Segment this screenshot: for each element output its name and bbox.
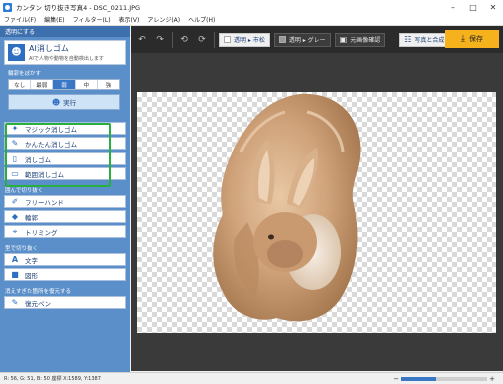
title-bar: カンタン 切り抜き写真4 - DSC_0211.JPG – □ ✕ (0, 0, 503, 14)
outline-button[interactable]: ◆ 輪郭 (4, 210, 126, 223)
trim-button[interactable]: ⌖ トリミング (4, 225, 126, 238)
image-icon: ▣ (339, 35, 348, 44)
person-icon: ☻ (51, 97, 61, 107)
save-button[interactable]: ⤓ 保存 (445, 30, 499, 48)
person-icon: ☻ (8, 44, 25, 61)
restore-pen-button[interactable]: ✎ 復元ペン (4, 296, 126, 309)
zoom-out-button[interactable]: − (393, 375, 399, 383)
magic-eraser-button[interactable]: ✦ マジック消しゴム (4, 122, 126, 135)
menu-view[interactable]: 表示(V) (115, 15, 144, 24)
run-button[interactable]: ☻ 実行 (8, 94, 120, 110)
tool-label: 範囲消しゴム (25, 170, 64, 179)
app-icon (3, 2, 12, 12)
tool-label: 消しゴム (25, 155, 51, 164)
section-header-shape: 型で切り抜く (5, 246, 39, 252)
zoom-slider[interactable] (401, 377, 488, 381)
image-canvas[interactable] (137, 92, 496, 333)
ai-eraser-title: AI消しゴム (29, 44, 69, 53)
tool-label: かんたん消しゴム (25, 140, 77, 149)
blur-option-none[interactable]: なし (9, 80, 32, 89)
section-header-transparent: 透明にする (0, 26, 130, 37)
blur-selector: なし 最弱 弱 中 強 (8, 79, 120, 90)
run-button-label: 実行 (63, 99, 77, 107)
ai-eraser-card[interactable]: ☻ AI消しゴム AIで人物や動物を自動検出します (4, 40, 126, 65)
shape-icon: ■ (11, 270, 19, 279)
toolbar: ↶ ↷ ⟲ ⟳ 透明 ▸ 市松 透明 ▸ グレー ▣ 元画像確認 ☷ 写真と合成… (131, 26, 503, 53)
blur-label: 輪郭をぼかす (8, 71, 42, 77)
figure-shape-button[interactable]: ■ 図形 (4, 268, 126, 281)
ai-eraser-description: AIで人物や動物を自動検出します (29, 56, 104, 62)
photo-compose-button[interactable]: ☷ 写真と合成 (399, 32, 450, 47)
menu-file[interactable]: ファイル(F) (0, 15, 40, 24)
canvas-area[interactable] (131, 53, 503, 371)
checker-icon (224, 36, 231, 43)
transparent-checker-button[interactable]: 透明 ▸ 市松 (219, 32, 270, 47)
freehand-button[interactable]: ✐ フリーハンド (4, 195, 126, 208)
blur-option-medium[interactable]: 中 (76, 80, 98, 89)
save-label: 保存 (468, 35, 483, 43)
zoom-control: − + (391, 375, 497, 383)
magic-wand-icon: ✦ (11, 124, 19, 133)
minimize-button[interactable]: – (443, 0, 463, 14)
menu-arrange[interactable]: アレンジ(A) (143, 15, 184, 24)
menu-bar: ファイル(F) 編集(E) フィルター(L) 表示(V) アレンジ(A) ヘルプ… (0, 14, 503, 26)
close-button[interactable]: ✕ (483, 0, 503, 14)
eraser-button[interactable]: ▯ 消しゴム (4, 152, 126, 165)
easy-eraser-button[interactable]: ✎ かんたん消しゴム (4, 137, 126, 150)
original-view-button[interactable]: ▣ 元画像確認 (334, 32, 386, 47)
menu-filter[interactable]: フィルター(L) (69, 15, 115, 24)
zoom-slider-fill (401, 377, 436, 381)
text-shape-button[interactable]: A 文字 (4, 253, 126, 266)
window-title: カンタン 切り抜き写真4 - DSC_0211.JPG (16, 4, 141, 12)
rect-eraser-button[interactable]: ▭ 範囲消しゴム (4, 167, 126, 180)
blur-option-weakest[interactable]: 最弱 (31, 80, 54, 89)
original-view-label: 元画像確認 (350, 37, 381, 44)
redo-icon[interactable]: ↷ (153, 33, 167, 47)
rotate-left-icon[interactable]: ⟲ (177, 33, 191, 47)
menu-edit[interactable]: 編集(E) (40, 15, 68, 24)
text-icon: A (11, 255, 19, 264)
section-header-restore: 消えすぎた箇所を復元する (5, 289, 72, 295)
tool-label: トリミング (25, 228, 58, 237)
rotate-right-icon[interactable]: ⟳ (195, 33, 209, 47)
outline-icon: ◆ (11, 212, 19, 221)
rabbit-cutout-image (213, 93, 361, 322)
toolbar-divider (214, 31, 215, 48)
tool-label: 文字 (25, 256, 38, 265)
gray-swatch-icon (278, 36, 286, 43)
blur-option-weak[interactable]: 弱 (53, 80, 76, 89)
freehand-icon: ✐ (11, 197, 19, 206)
restore-pen-icon: ✎ (11, 298, 19, 307)
tool-panel: 透明にする ☻ AI消しゴム AIで人物や動物を自動検出します 輪郭をぼかす な… (0, 26, 130, 372)
blur-option-strong[interactable]: 強 (98, 80, 119, 89)
window-controls: – □ ✕ (443, 0, 503, 14)
trim-icon: ⌖ (12, 226, 18, 236)
tool-label: 復元ペン (25, 299, 51, 308)
download-icon: ⤓ (461, 34, 465, 44)
tool-label: マジック消しゴム (25, 125, 77, 134)
transparent-gray-label: 透明 ▸ グレー (288, 37, 326, 44)
compose-icon: ☷ (404, 35, 412, 44)
menu-help[interactable]: ヘルプ(H) (184, 15, 219, 24)
eraser-icon: ▯ (12, 154, 18, 163)
photo-compose-label: 写真と合成 (414, 37, 445, 44)
status-bar: R: 56, G: 51, B: 50 座標 X:1589, Y:1387 − … (0, 372, 503, 384)
maximize-button[interactable]: □ (463, 0, 483, 14)
rect-eraser-icon: ▭ (11, 169, 19, 178)
tool-label: 図形 (25, 271, 38, 280)
transparent-gray-button[interactable]: 透明 ▸ グレー (273, 32, 331, 47)
tool-label: フリーハンド (25, 198, 64, 207)
undo-icon[interactable]: ↶ (135, 33, 149, 47)
status-text: R: 56, G: 51, B: 50 座標 X:1589, Y:1387 (4, 376, 101, 382)
transparent-checker-label: 透明 ▸ 市松 (234, 37, 265, 44)
toolbar-divider (172, 31, 173, 48)
easy-eraser-icon: ✎ (11, 139, 19, 148)
tool-label: 輪郭 (25, 213, 38, 222)
section-header-surround: 囲んで切り抜く (5, 188, 44, 194)
zoom-in-button[interactable]: + (489, 375, 495, 383)
